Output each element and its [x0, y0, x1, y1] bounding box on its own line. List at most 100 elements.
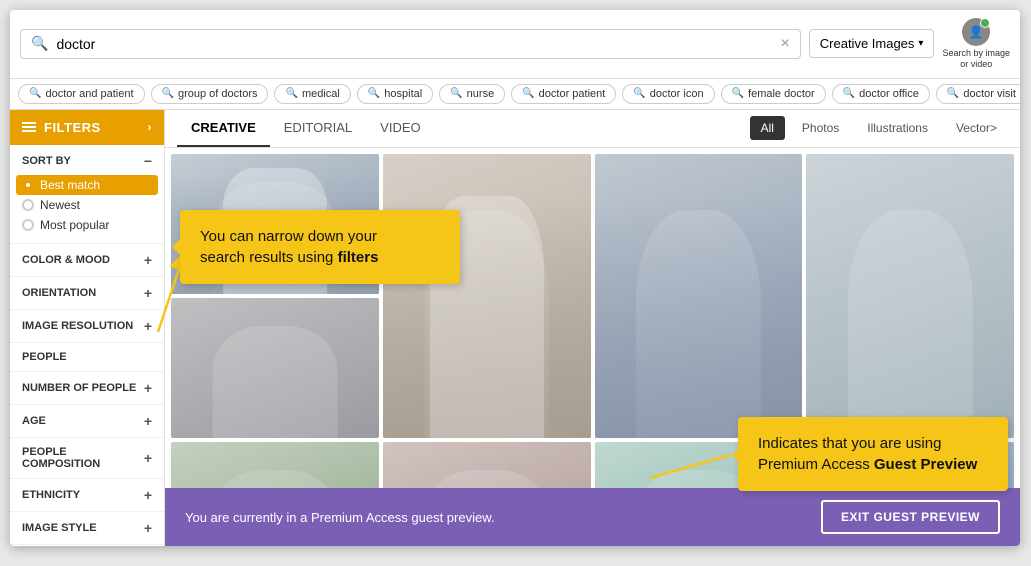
sort-option-newest[interactable]: Newest [22, 195, 152, 215]
sidebar-header: FILTERS › [10, 110, 164, 145]
tag-search-icon: 🔍 [633, 88, 645, 99]
type-btn-vectors[interactable]: Vector> [945, 116, 1008, 140]
tag-search-icon: 🔍 [368, 88, 380, 99]
number-of-people-label: NUMBER OF PEOPLE [22, 382, 136, 394]
radio-best-match [22, 179, 34, 191]
tag-search-icon: 🔍 [732, 88, 744, 99]
user-avatar-icon: 👤 [962, 18, 990, 46]
content-type-buttons: All Photos Illustrations Vector> [750, 116, 1008, 140]
sort-newest-label: Newest [40, 198, 80, 212]
tag-doctor-patient[interactable]: 🔍 doctor patient [511, 84, 616, 104]
ethnicity-plus-icon[interactable]: + [144, 487, 152, 503]
sidebar-section-people-composition: PEOPLE COMPOSITION + [10, 438, 164, 479]
color-mood-title[interactable]: COLOR & MOOD + [22, 252, 152, 268]
content-tabs: CREATIVE EDITORIAL VIDEO [177, 110, 435, 147]
image-resolution-title[interactable]: IMAGE RESOLUTION + [22, 318, 152, 334]
tooltip-filters-text: You can narrow down yoursearch results u… [200, 226, 440, 268]
people-composition-plus-icon[interactable]: + [144, 450, 152, 466]
sort-by-toggle-icon[interactable]: − [144, 153, 152, 169]
tag-label: doctor office [859, 88, 919, 100]
exit-guest-preview-button[interactable]: EXIT GUEST PREVIEW [821, 500, 1000, 534]
tag-label: hospital [384, 88, 422, 100]
creative-images-button[interactable]: Creative Images ▾ [809, 29, 935, 58]
tag-search-icon: 🔍 [522, 88, 534, 99]
clear-search-button[interactable]: × [780, 35, 789, 53]
type-btn-all[interactable]: All [750, 116, 785, 140]
tag-group-of-doctors[interactable]: 🔍 group of doctors [151, 84, 269, 104]
sort-option-best-match[interactable]: Best match [16, 175, 158, 195]
tag-hospital[interactable]: 🔍 hospital [357, 84, 433, 104]
search-input[interactable]: doctor [56, 36, 772, 52]
tag-label: doctor patient [539, 88, 606, 100]
tag-search-icon: 🔍 [29, 88, 41, 99]
image-cell-2[interactable] [383, 154, 591, 438]
image-resolution-plus-icon[interactable]: + [144, 318, 152, 334]
tag-search-icon: 🔍 [450, 88, 462, 99]
tab-creative[interactable]: CREATIVE [177, 110, 270, 147]
image-cell-4[interactable] [806, 154, 1014, 438]
orientation-label: ORIENTATION [22, 287, 96, 299]
ethnicity-title[interactable]: ETHNICITY + [22, 487, 152, 503]
tag-female-doctor[interactable]: 🔍 female doctor [721, 84, 826, 104]
ethnicity-label: ETHNICITY [22, 489, 80, 501]
image-style-label: IMAGE STYLE [22, 522, 97, 534]
number-of-people-plus-icon[interactable]: + [144, 380, 152, 396]
tag-doctor-icon[interactable]: 🔍 doctor icon [622, 84, 714, 104]
sort-by-label: SORT BY [22, 155, 71, 167]
sidebar-section-color: COLOR + [10, 545, 164, 546]
type-btn-photos[interactable]: Photos [791, 116, 850, 140]
sidebar-section-image-style: IMAGE STYLE + [10, 512, 164, 545]
color-mood-label: COLOR & MOOD [22, 254, 110, 266]
tooltip-filters: You can narrow down yoursearch results u… [180, 210, 460, 284]
tooltip-premium-text: Indicates that you are usingPremium Acce… [758, 433, 988, 475]
tab-video[interactable]: VIDEO [366, 110, 434, 147]
tag-nurse[interactable]: 🔍 nurse [439, 84, 505, 104]
tag-search-icon: 🔍 [162, 88, 174, 99]
image-cell-5[interactable] [171, 298, 379, 438]
sort-by-title[interactable]: SORT BY − [22, 153, 152, 169]
tag-doctor-visit[interactable]: 🔍 doctor visit [936, 84, 1020, 104]
tag-doctor-and-patient[interactable]: 🔍 doctor and patient [18, 84, 145, 104]
orientation-title[interactable]: ORIENTATION + [22, 285, 152, 301]
radio-most-popular [22, 219, 34, 231]
tag-label: female doctor [748, 88, 815, 100]
tag-label: medical [302, 88, 340, 100]
sidebar: FILTERS › SORT BY − Best match Newest [10, 110, 165, 546]
image-cell-3[interactable] [595, 154, 803, 438]
number-of-people-title[interactable]: NUMBER OF PEOPLE + [22, 380, 152, 396]
search-by-image-button[interactable]: 👤 Search by image or video [942, 18, 1010, 70]
color-mood-plus-icon[interactable]: + [144, 252, 152, 268]
image-style-plus-icon[interactable]: + [144, 520, 152, 536]
age-plus-icon[interactable]: + [144, 413, 152, 429]
search-input-wrap: 🔍 doctor × [20, 29, 801, 59]
age-title[interactable]: AGE + [22, 413, 152, 429]
search-icon: 🔍 [31, 35, 48, 52]
tag-label: group of doctors [178, 88, 258, 100]
radio-newest [22, 199, 34, 211]
tag-label: nurse [467, 88, 495, 100]
sort-option-most-popular[interactable]: Most popular [22, 215, 152, 235]
tab-editorial[interactable]: EDITORIAL [270, 110, 366, 147]
tag-search-icon: 🔍 [285, 88, 297, 99]
people-composition-label: PEOPLE COMPOSITION [22, 446, 144, 470]
sidebar-section-ethnicity: ETHNICITY + [10, 479, 164, 512]
sidebar-section-number-of-people: NUMBER OF PEOPLE + [10, 372, 164, 405]
sidebar-section-sort-by: SORT BY − Best match Newest Most popular [10, 145, 164, 244]
type-btn-illustrations[interactable]: Illustrations [856, 116, 939, 140]
tag-doctor-office[interactable]: 🔍 doctor office [832, 84, 930, 104]
creative-images-label: Creative Images [820, 36, 915, 51]
orientation-plus-icon[interactable]: + [144, 285, 152, 301]
sidebar-section-orientation: ORIENTATION + [10, 277, 164, 310]
tag-search-icon: 🔍 [843, 88, 855, 99]
tooltip-premium: Indicates that you are usingPremium Acce… [738, 417, 1008, 491]
filter-icon [22, 122, 36, 132]
sidebar-collapse-icon[interactable]: › [148, 120, 153, 134]
sidebar-section-people: PEOPLE [10, 343, 164, 372]
image-style-title[interactable]: IMAGE STYLE + [22, 520, 152, 536]
filters-label: FILTERS [44, 120, 148, 135]
main-window: 🔍 doctor × Creative Images ▾ 👤 Search by… [10, 10, 1020, 546]
tag-medical[interactable]: 🔍 medical [274, 84, 350, 104]
age-label: AGE [22, 415, 46, 427]
image-resolution-label: IMAGE RESOLUTION [22, 320, 133, 332]
people-composition-title[interactable]: PEOPLE COMPOSITION + [22, 446, 152, 470]
